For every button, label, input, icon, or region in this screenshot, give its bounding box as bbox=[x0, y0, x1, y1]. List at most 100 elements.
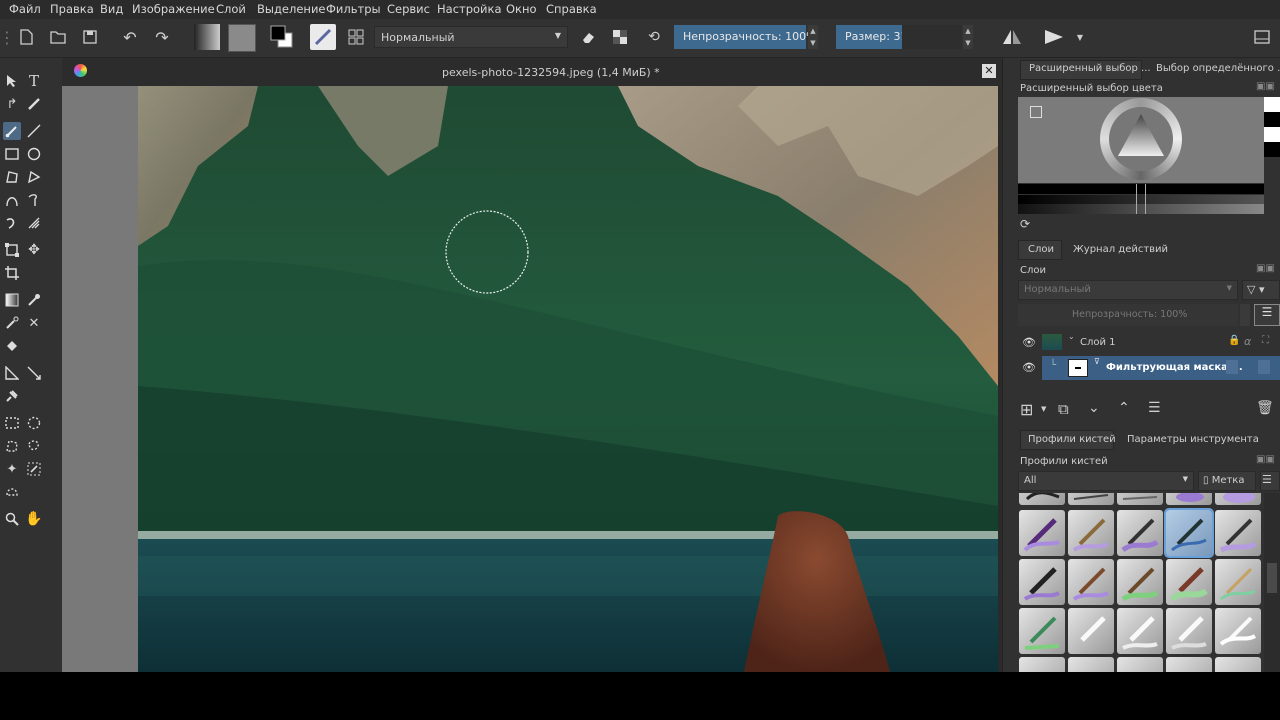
document-title[interactable]: pexels-photo-1232594.jpeg (1,4 МиБ) * bbox=[442, 66, 660, 79]
size-slider[interactable]: Размер: 31,50 пикс. bbox=[836, 25, 959, 49]
line-tool-icon[interactable] bbox=[25, 122, 43, 140]
magic-wand-icon[interactable]: ✦ bbox=[3, 460, 21, 478]
add-layer-icon[interactable]: ⊞ bbox=[1020, 400, 1033, 419]
close-document-icon[interactable]: ✕ bbox=[982, 64, 996, 78]
move-up-icon[interactable]: ⌃ bbox=[1118, 400, 1130, 416]
grid-icon[interactable] bbox=[346, 27, 366, 47]
color-settings-icon[interactable] bbox=[1030, 106, 1042, 118]
select-shapes-icon[interactable] bbox=[3, 72, 21, 90]
measure-tool-icon[interactable] bbox=[3, 364, 21, 382]
eraser-icon[interactable] bbox=[578, 27, 598, 47]
bezier-select-icon[interactable] bbox=[3, 483, 21, 501]
brush-preset-icon[interactable] bbox=[310, 24, 336, 50]
brush-preset-tile[interactable] bbox=[1166, 493, 1212, 505]
panel-float-icon[interactable]: ▣▣ bbox=[1256, 454, 1275, 465]
layer-name[interactable]: Фильтрующая маска ... bbox=[1106, 362, 1243, 373]
gradient-tool-icon[interactable] bbox=[3, 291, 21, 309]
zoom-tool-icon[interactable] bbox=[3, 510, 21, 528]
mirror-horizontal-icon[interactable] bbox=[1002, 27, 1022, 47]
menu-settings[interactable]: Настройка bbox=[437, 2, 502, 16]
color-picker-icon[interactable] bbox=[25, 291, 43, 309]
brush-preset-tile[interactable] bbox=[1215, 493, 1261, 505]
size-slider-track[interactable] bbox=[902, 25, 962, 49]
canvas-image[interactable] bbox=[138, 86, 998, 672]
redo-icon[interactable]: ↷ bbox=[152, 27, 172, 47]
freehand-brush-icon[interactable] bbox=[3, 122, 21, 140]
menu-filters[interactable]: Фильтры bbox=[326, 2, 381, 16]
brush-preset-tile[interactable] bbox=[1117, 510, 1163, 556]
brush-preset-tile[interactable] bbox=[1117, 657, 1163, 672]
layer-row-selected[interactable]: 👁 └ ⊽ Фильтрующая маска ... bbox=[1018, 356, 1280, 380]
crop-tool-icon[interactable] bbox=[3, 264, 21, 282]
ellipse-tool-icon[interactable] bbox=[25, 145, 43, 163]
undo-icon[interactable]: ↶ bbox=[120, 27, 140, 47]
new-document-icon[interactable] bbox=[16, 27, 36, 47]
blend-mode-select[interactable]: Нормальный ▼ bbox=[374, 26, 568, 48]
brush-preset-tile[interactable] bbox=[1166, 559, 1212, 605]
brush-preset-tile[interactable] bbox=[1019, 657, 1065, 672]
brush-preset-tile[interactable] bbox=[1019, 559, 1065, 605]
gradient-swatch[interactable] bbox=[194, 24, 220, 50]
calligraphy-icon[interactable] bbox=[25, 95, 43, 113]
open-folder-icon[interactable] bbox=[48, 27, 68, 47]
menu-file[interactable]: Файл bbox=[9, 2, 41, 16]
panel-float-icon[interactable]: ▣▣ bbox=[1256, 81, 1275, 92]
move-down-icon[interactable]: ⌄ bbox=[1088, 400, 1100, 416]
layer-name[interactable]: Слой 1 bbox=[1080, 337, 1116, 348]
rectangle-tool-icon[interactable] bbox=[3, 145, 21, 163]
layer-row[interactable]: 👁 ⌄ Слой 1 🔒 α ⛶ bbox=[1018, 331, 1280, 355]
opacity-slider[interactable]: Непрозрачность: 100% bbox=[674, 25, 817, 49]
layer-property-icon[interactable] bbox=[1258, 360, 1270, 374]
refresh-icon[interactable]: ⟳ bbox=[1020, 217, 1030, 231]
save-icon[interactable] bbox=[80, 27, 100, 47]
similar-select-icon[interactable] bbox=[25, 460, 43, 478]
menu-layer[interactable]: Слой bbox=[216, 2, 246, 16]
layer-filter-button[interactable]: ▽ ▾ bbox=[1242, 280, 1280, 300]
reload-preset-icon[interactable]: ⟲ bbox=[644, 27, 664, 47]
alpha-lock-icon[interactable] bbox=[610, 27, 630, 47]
tab-tool-options[interactable]: Параметры инструмента bbox=[1127, 434, 1259, 445]
visibility-eye-icon[interactable]: 👁 bbox=[1022, 336, 1036, 349]
layer-blend-select[interactable]: Нормальный ▼ bbox=[1018, 280, 1238, 300]
visibility-eye-icon[interactable]: 👁 bbox=[1022, 361, 1036, 374]
freehand-path-icon[interactable] bbox=[25, 191, 43, 209]
brush-preset-tile[interactable] bbox=[1166, 608, 1212, 654]
menu-edit[interactable]: Правка bbox=[50, 2, 94, 16]
fg-bg-color-icon[interactable] bbox=[268, 23, 296, 51]
ellipse-select-icon[interactable] bbox=[25, 414, 43, 432]
color-selector[interactable] bbox=[1018, 97, 1264, 183]
pan-hand-icon[interactable]: ✋ bbox=[25, 510, 43, 528]
menu-window[interactable]: Окно bbox=[506, 2, 537, 16]
opacity-spin[interactable]: ▲ ▼ bbox=[808, 25, 818, 49]
alpha-icon[interactable]: α bbox=[1244, 335, 1251, 348]
smart-patch-icon[interactable] bbox=[3, 314, 21, 332]
brush-preset-tile[interactable] bbox=[1019, 608, 1065, 654]
brush-preset-tile[interactable] bbox=[1068, 657, 1114, 672]
brush-preset-tile[interactable] bbox=[1166, 657, 1212, 672]
layer-lock-icon[interactable]: 🔒 bbox=[1228, 335, 1240, 346]
brush-preset-tile[interactable] bbox=[1068, 493, 1114, 505]
transform-tool-icon[interactable] bbox=[3, 241, 21, 259]
brush-grid-scrollbar[interactable] bbox=[1264, 493, 1280, 672]
brush-preset-tile[interactable] bbox=[1215, 559, 1261, 605]
tab-specific-color[interactable]: Выбор определённого ... bbox=[1156, 63, 1280, 74]
menu-select[interactable]: Выделение bbox=[257, 2, 326, 16]
color-history-strip[interactable] bbox=[1264, 97, 1280, 157]
menu-help[interactable]: Справка bbox=[546, 2, 597, 16]
polygon-select-icon[interactable] bbox=[3, 437, 21, 455]
pin-tool-icon[interactable] bbox=[3, 387, 21, 405]
brush-filter-select[interactable]: All ▼ bbox=[1018, 471, 1194, 491]
brush-preset-tile[interactable] bbox=[1068, 608, 1114, 654]
layer-opacity-spin[interactable] bbox=[1240, 304, 1250, 326]
layer-lock-icon[interactable] bbox=[1226, 360, 1238, 374]
brush-preset-tile[interactable] bbox=[1019, 510, 1065, 556]
fill-tool-icon[interactable] bbox=[3, 337, 21, 355]
reference-line-icon[interactable] bbox=[25, 364, 43, 382]
brush-view-icon[interactable]: ☰ bbox=[1260, 471, 1280, 491]
delete-layer-icon[interactable]: 🗑 bbox=[1256, 400, 1274, 416]
move-tool-icon[interactable]: ✥ bbox=[25, 241, 43, 259]
inherit-alpha-icon[interactable]: ⛶ bbox=[1262, 335, 1269, 346]
workspace-icon[interactable] bbox=[1252, 27, 1272, 47]
brush-preset-tile[interactable] bbox=[1068, 510, 1114, 556]
bezier-curve-icon[interactable] bbox=[3, 191, 21, 209]
